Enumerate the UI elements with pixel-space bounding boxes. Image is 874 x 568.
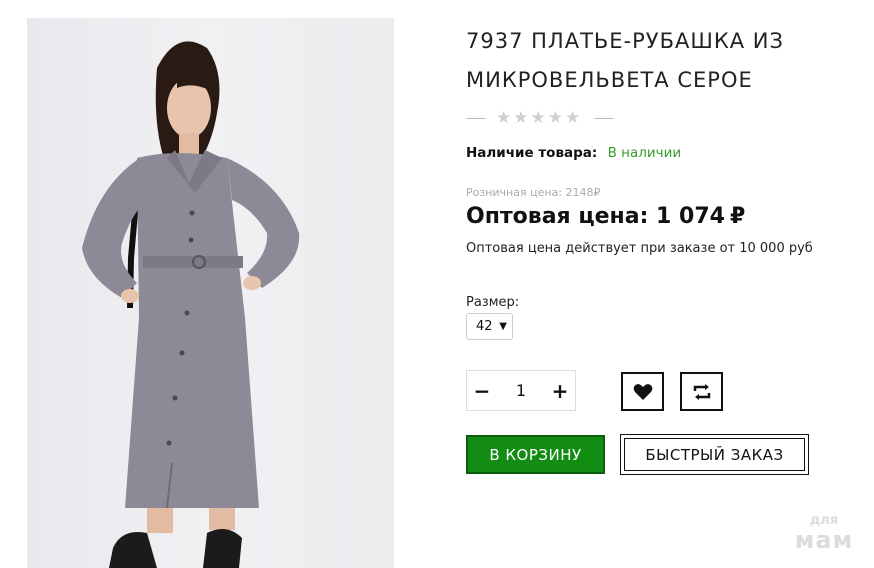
retail-price: Розничная цена: 2148₽	[466, 186, 601, 199]
rating-divider-right	[594, 117, 615, 119]
heart-icon	[633, 383, 652, 400]
chevron-down-icon: ▼	[499, 321, 507, 332]
product-photo-illustration	[82, 41, 300, 568]
availability-status: В наличии	[607, 145, 682, 161]
wholesale-note: Оптовая цена действует при заказе от 10 …	[466, 241, 813, 256]
size-selected-value: 42	[476, 319, 493, 334]
quick-order-button[interactable]: БЫСТРЫЙ ЗАКАЗ	[620, 434, 809, 475]
availability: Наличие товара: В наличии	[466, 145, 681, 161]
quantity-stepper[interactable]: − 1 +	[466, 370, 576, 411]
rating[interactable]: ★★★★★	[466, 108, 615, 128]
currency-symbol: ₽	[729, 204, 746, 229]
size-select[interactable]: 42 ▼	[466, 313, 513, 340]
quick-order-label: БЫСТРЫЙ ЗАКАЗ	[624, 438, 805, 471]
quantity-increase-button[interactable]: +	[545, 379, 575, 403]
quantity-decrease-button[interactable]: −	[467, 379, 497, 403]
size-label: Размер:	[466, 295, 520, 310]
site-watermark: для мам	[786, 514, 862, 554]
rating-divider-left	[466, 117, 486, 119]
quantity-value[interactable]: 1	[497, 381, 545, 400]
product-title: 7937 ПЛАТЬЕ-РУБАШКА ИЗ МИКРОВЕЛЬВЕТА СЕР…	[466, 29, 784, 92]
product-image[interactable]	[27, 18, 394, 568]
wishlist-button[interactable]	[621, 372, 664, 411]
watermark-line2: мам	[794, 526, 854, 554]
compare-button[interactable]	[680, 372, 723, 411]
wholesale-price-value: Оптовая цена: 1 074	[466, 204, 725, 229]
add-to-cart-button[interactable]: В КОРЗИНУ	[466, 435, 605, 474]
compare-arrows-icon	[693, 383, 710, 400]
availability-label: Наличие товара:	[466, 145, 598, 161]
wholesale-price: Оптовая цена: 1 074 ₽	[466, 204, 745, 229]
star-icon-group[interactable]: ★★★★★	[496, 108, 582, 128]
